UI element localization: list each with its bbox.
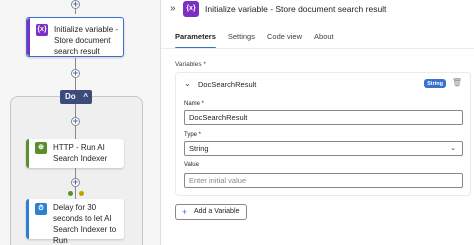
variable-group-name: DocSearchResult bbox=[198, 80, 257, 89]
chevron-down-icon[interactable]: ⌄ bbox=[184, 79, 191, 88]
http-icon: ⊕ bbox=[35, 142, 47, 154]
action-details-panel: » {x} Initialize variable - Store docume… bbox=[160, 0, 474, 245]
add-variable-label: Add a Variable bbox=[194, 208, 240, 215]
delete-icon[interactable]: 🗑 bbox=[452, 78, 462, 87]
init-variable-card[interactable]: {x} Initialize variable - Store document… bbox=[26, 17, 124, 57]
value-label: Value bbox=[184, 162, 199, 168]
type-label: Type * bbox=[184, 132, 202, 138]
variable-icon: {x} bbox=[36, 24, 48, 36]
variables-label: Variables * bbox=[175, 61, 206, 68]
add-step-button[interactable]: + bbox=[71, 0, 80, 9]
chevron-up-icon[interactable]: ^ bbox=[83, 90, 88, 104]
plus-icon: + bbox=[182, 207, 188, 217]
clock-icon: ⏱ bbox=[35, 203, 47, 215]
tab-parameters[interactable]: Parameters bbox=[175, 32, 216, 49]
panel-tabs: Parameters Settings Code view About bbox=[175, 32, 334, 49]
variable-group-header[interactable]: ⌄ DocSearchResult String 🗑 bbox=[184, 78, 462, 91]
divider bbox=[161, 48, 474, 49]
run-after-success-dot bbox=[68, 191, 73, 196]
scope-label: Do bbox=[65, 92, 76, 101]
chevron-down-icon: ⌄ bbox=[450, 145, 456, 152]
name-field[interactable]: DocSearchResult bbox=[184, 110, 463, 125]
add-step-button[interactable]: + bbox=[71, 117, 80, 126]
collapse-panel-icon[interactable]: » bbox=[170, 3, 176, 14]
card-label: Delay for 30 seconds to let AI Search In… bbox=[53, 203, 117, 245]
card-stripe bbox=[26, 199, 29, 239]
type-badge: String bbox=[424, 79, 446, 88]
variable-group: ⌄ DocSearchResult String 🗑 Name * DocSea… bbox=[175, 72, 471, 196]
designer-canvas[interactable]: + {x} Initialize variable - Store docume… bbox=[0, 0, 160, 245]
type-select-value: String bbox=[189, 144, 209, 153]
type-select[interactable]: String ⌄ bbox=[184, 141, 463, 156]
add-variable-button[interactable]: + Add a Variable bbox=[175, 204, 247, 220]
variable-icon: {x} bbox=[183, 1, 199, 17]
card-label: HTTP - Run AI Search Indexer bbox=[53, 143, 108, 163]
value-field[interactable]: Enter initial value bbox=[184, 173, 463, 188]
card-stripe bbox=[27, 18, 30, 56]
panel-title[interactable]: Initialize variable - Store document sea… bbox=[205, 4, 386, 14]
run-after-failure-dot bbox=[79, 191, 84, 196]
add-step-button[interactable]: + bbox=[71, 69, 80, 78]
tab-code-view[interactable]: Code view bbox=[267, 32, 302, 46]
delay-card[interactable]: ⏱ Delay for 30 seconds to let AI Search … bbox=[26, 199, 124, 245]
do-scope-header[interactable]: Do ^ bbox=[60, 90, 92, 104]
card-label: Initialize variable - Store document sea… bbox=[54, 25, 119, 56]
tab-settings[interactable]: Settings bbox=[228, 32, 255, 46]
http-run-indexer-card[interactable]: ⊕ HTTP - Run AI Search Indexer bbox=[26, 139, 124, 168]
name-label: Name * bbox=[184, 101, 205, 107]
add-step-button[interactable]: + bbox=[71, 178, 80, 187]
tab-about[interactable]: About bbox=[314, 32, 334, 46]
card-stripe bbox=[26, 139, 29, 168]
